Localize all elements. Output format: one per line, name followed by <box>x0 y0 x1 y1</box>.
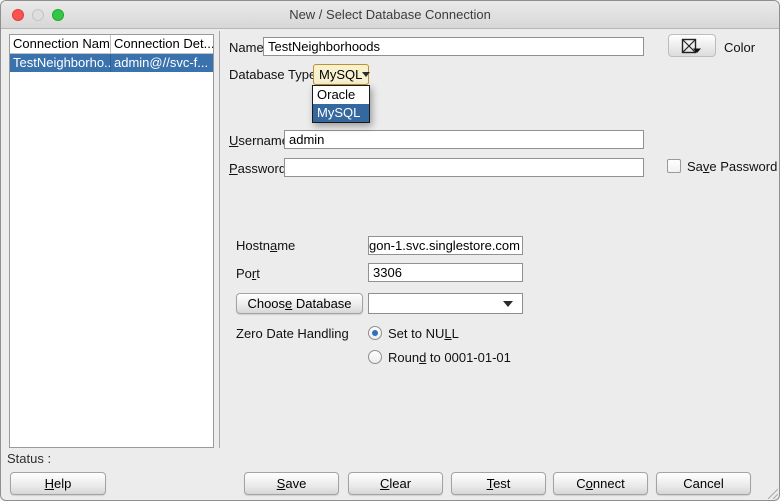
round-to-date-label[interactable]: Round to 0001-01-01 <box>388 350 511 366</box>
connections-table[interactable]: Connection Name Connection Det... TestNe… <box>9 34 214 448</box>
clear-button[interactable]: Clear <box>348 472 443 495</box>
connections-table-header: Connection Name Connection Det... <box>10 35 213 54</box>
choose-database-button[interactable]: Choose Database <box>236 293 363 314</box>
zero-date-handling-label: Zero Date Handling <box>236 326 349 341</box>
database-type-value: MySQL <box>319 67 363 82</box>
username-label: Username <box>229 133 289 148</box>
window-title: New / Select Database Connection <box>289 7 491 22</box>
cancel-button[interactable]: Cancel <box>656 472 751 495</box>
port-label: Port <box>236 266 260 281</box>
radio-round-to-date[interactable] <box>368 350 382 364</box>
status-label: Status : <box>7 451 52 466</box>
test-button[interactable]: Test <box>451 472 546 495</box>
connection-row-selected[interactable]: TestNeighborho... admin@//svc-f... <box>10 54 213 72</box>
connect-button[interactable]: Connect <box>553 472 648 495</box>
hostname-label: Hostname <box>236 238 296 253</box>
name-label: Name <box>229 40 264 55</box>
title-bar[interactable]: New / Select Database Connection <box>1 1 779 29</box>
username-input[interactable]: admin <box>284 130 644 149</box>
panel-divider <box>219 31 220 448</box>
radio-set-to-null[interactable] <box>368 326 382 340</box>
save-button[interactable]: Save <box>244 472 339 495</box>
name-input[interactable]: TestNeighborhoods <box>263 37 644 56</box>
chevron-down-icon <box>362 72 371 77</box>
save-password-checkbox[interactable] <box>667 159 681 173</box>
database-type-dropdown: Oracle MySQL <box>312 85 370 123</box>
resize-grip[interactable] <box>765 486 778 499</box>
connection-name-cell[interactable]: TestNeighborho... <box>10 54 111 72</box>
set-to-null-label[interactable]: Set to NULL <box>388 326 459 342</box>
color-picker-icon <box>681 38 701 53</box>
database-select-combo[interactable] <box>368 293 523 314</box>
dropdown-option-oracle[interactable]: Oracle <box>313 86 369 104</box>
database-type-combo[interactable]: MySQL <box>313 64 371 85</box>
dropdown-option-mysql[interactable]: MySQL <box>313 104 369 122</box>
hostname-input[interactable]: egon-1.svc.singlestore.com <box>368 236 523 255</box>
column-header-connection-details[interactable]: Connection Det... <box>111 35 213 53</box>
password-input[interactable] <box>284 158 644 177</box>
color-label: Color <box>724 40 756 55</box>
password-label: Password <box>229 161 287 176</box>
chevron-down-icon <box>503 300 513 307</box>
database-type-label: Database Type <box>229 67 317 82</box>
database-connection-dialog: New / Select Database Connection Connect… <box>0 0 780 501</box>
help-button[interactable]: Help <box>10 472 106 495</box>
column-header-connection-name[interactable]: Connection Name <box>10 35 111 53</box>
port-input[interactable]: 3306 <box>368 263 523 282</box>
save-password-label[interactable]: Save Password <box>687 159 777 175</box>
color-button[interactable] <box>668 34 716 57</box>
connection-details-cell[interactable]: admin@//svc-f... <box>111 54 213 72</box>
